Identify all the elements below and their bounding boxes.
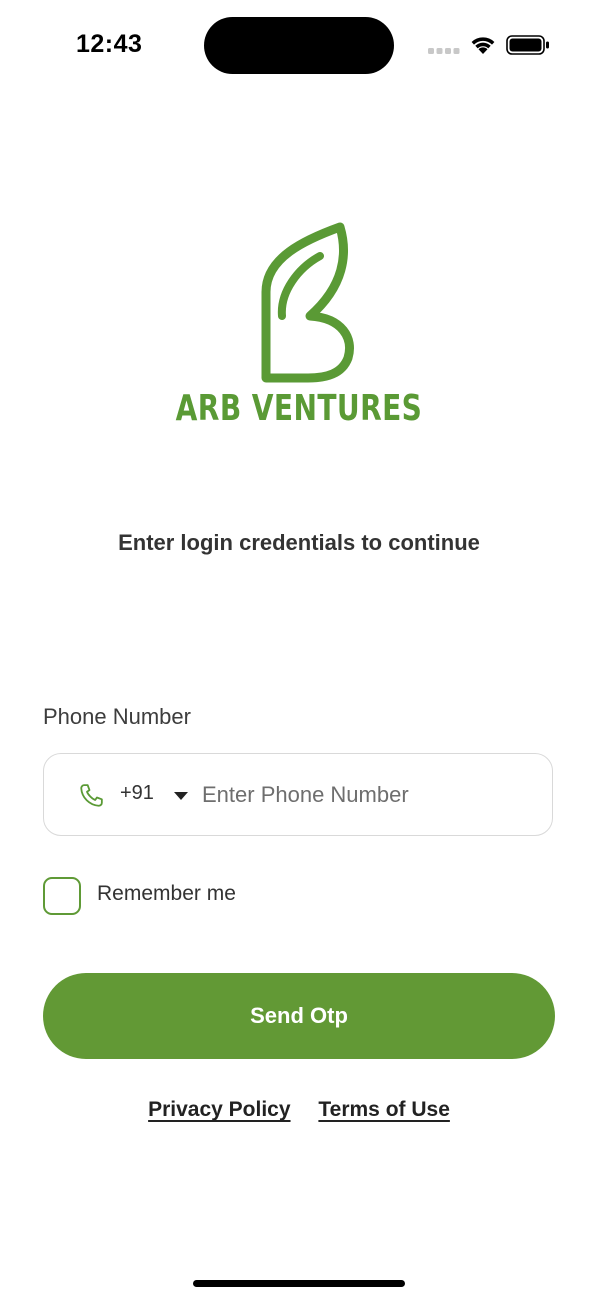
country-code[interactable]: +91 xyxy=(120,782,154,805)
phone-number-input[interactable] xyxy=(202,774,522,816)
dynamic-island xyxy=(204,17,394,74)
terms-of-use-link[interactable]: Terms of Use xyxy=(318,1098,450,1121)
login-subtitle: Enter login credentials to continue xyxy=(118,530,480,555)
remember-me-checkbox[interactable] xyxy=(43,877,81,915)
wifi-icon xyxy=(471,37,495,54)
arb-leaf-logo-icon xyxy=(261,222,354,383)
battery-icon xyxy=(506,35,549,55)
send-otp-button[interactable]: Send Otp xyxy=(43,973,555,1059)
legal-links: Privacy Policy Terms of Use xyxy=(0,1098,598,1122)
status-time: 12:43 xyxy=(76,30,143,58)
phone-number-label: Phone Number xyxy=(43,704,191,729)
brand-name: ARB VENTURES xyxy=(175,388,423,429)
cellular-signal-icon xyxy=(428,48,460,54)
chevron-down-icon[interactable] xyxy=(173,791,189,801)
phone-icon xyxy=(80,784,103,807)
privacy-policy-link[interactable]: Privacy Policy xyxy=(148,1098,290,1121)
remember-me-label[interactable]: Remember me xyxy=(97,882,236,906)
phone-number-field[interactable]: +91 xyxy=(43,753,553,836)
home-indicator xyxy=(193,1280,405,1287)
